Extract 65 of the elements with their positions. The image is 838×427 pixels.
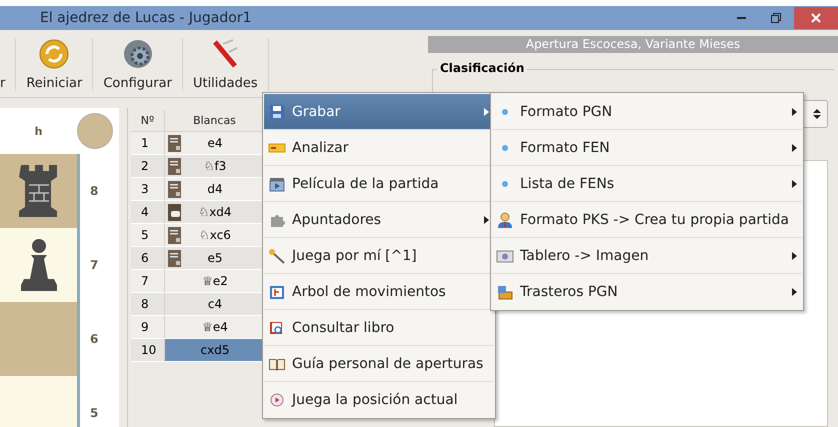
move-number: 3 xyxy=(131,178,165,201)
comment-book-icon xyxy=(168,204,180,220)
move-cell[interactable]: d4 xyxy=(165,178,265,201)
toolbar-button[interactable]: r xyxy=(0,38,16,91)
rank-label: 7 xyxy=(90,258,98,272)
move-cell[interactable]: e4 xyxy=(165,132,265,155)
move-cell[interactable]: ♘f3 xyxy=(165,155,265,178)
book-icon xyxy=(168,158,180,174)
move-number: 8 xyxy=(131,293,165,316)
spin-arrows-icon xyxy=(813,108,821,120)
book-icon xyxy=(168,180,180,198)
person-icon xyxy=(496,212,514,228)
rank-label: 6 xyxy=(90,332,98,346)
tree-diagram-icon xyxy=(268,284,286,300)
close-button[interactable] xyxy=(794,7,838,29)
toolbar-button[interactable]: Reiniciar xyxy=(16,38,94,91)
menu-item[interactable]: Lista de FENs xyxy=(492,166,802,202)
move-cell[interactable]: ♘xd4 xyxy=(165,201,265,224)
menu-item[interactable]: Formato FEN xyxy=(492,130,802,166)
toolbar-button[interactable]: Configurar xyxy=(93,38,183,91)
move-cell[interactable]: cxd5 xyxy=(165,339,265,362)
minimize-icon xyxy=(736,17,746,19)
turn-indicator xyxy=(77,113,113,149)
file-label: h xyxy=(34,124,44,138)
menu-item[interactable]: Consultar libro xyxy=(264,310,494,346)
book-icon xyxy=(168,250,180,266)
move-number: 6 xyxy=(131,247,165,270)
magic-wand-icon xyxy=(268,248,286,264)
menu-item[interactable]: Formato PGN xyxy=(492,94,802,130)
group-label: Clasificación xyxy=(437,61,528,75)
move-number: 2 xyxy=(131,155,165,178)
menu-item[interactable]: Tablero -> Imagen xyxy=(492,238,802,274)
box-icon xyxy=(496,284,514,300)
move-cell[interactable]: e5 xyxy=(165,247,265,270)
film-clapper-icon xyxy=(268,176,286,192)
move-number: 4 xyxy=(131,201,165,224)
menu-item[interactable]: Formato PKS -> Crea tu propia partida xyxy=(492,202,802,238)
board-square[interactable] xyxy=(0,228,80,302)
window-title: El ajedrez de Lucas - Jugador1 xyxy=(40,10,252,26)
move-cell[interactable]: c4 xyxy=(165,293,265,316)
gear-icon xyxy=(122,38,154,70)
move-cell[interactable]: ♘xc6 xyxy=(165,224,265,247)
move-number: 9 xyxy=(131,316,165,339)
restore-icon xyxy=(770,12,782,24)
close-icon xyxy=(811,13,821,23)
pawn-icon xyxy=(18,237,58,293)
photo-frame-icon xyxy=(496,248,514,264)
book-icon xyxy=(168,134,180,152)
menu-item[interactable]: Guía personal de aperturas xyxy=(264,346,494,382)
menu-item[interactable]: Trasteros PGN xyxy=(492,274,802,309)
menu-item[interactable]: Juega la posición actual xyxy=(264,382,494,417)
opening-title: Apertura Escocesa, Variante Mieses xyxy=(428,36,838,53)
toolbar-button[interactable]: Utilidades xyxy=(182,38,269,91)
move-cell[interactable]: ♕e4 xyxy=(165,316,265,339)
move-number: 5 xyxy=(131,224,165,247)
move-cell[interactable]: ♕e2 xyxy=(165,270,265,293)
rank-label: 5 xyxy=(90,406,98,420)
play-circle-icon xyxy=(268,392,286,408)
refresh-icon xyxy=(38,38,70,70)
move-number: 1 xyxy=(131,132,165,155)
move-number: 7 xyxy=(131,270,165,293)
book-icon xyxy=(168,226,180,244)
rank-label: 8 xyxy=(90,184,98,198)
board-square[interactable] xyxy=(0,154,80,228)
move-number: 10 xyxy=(131,339,165,362)
